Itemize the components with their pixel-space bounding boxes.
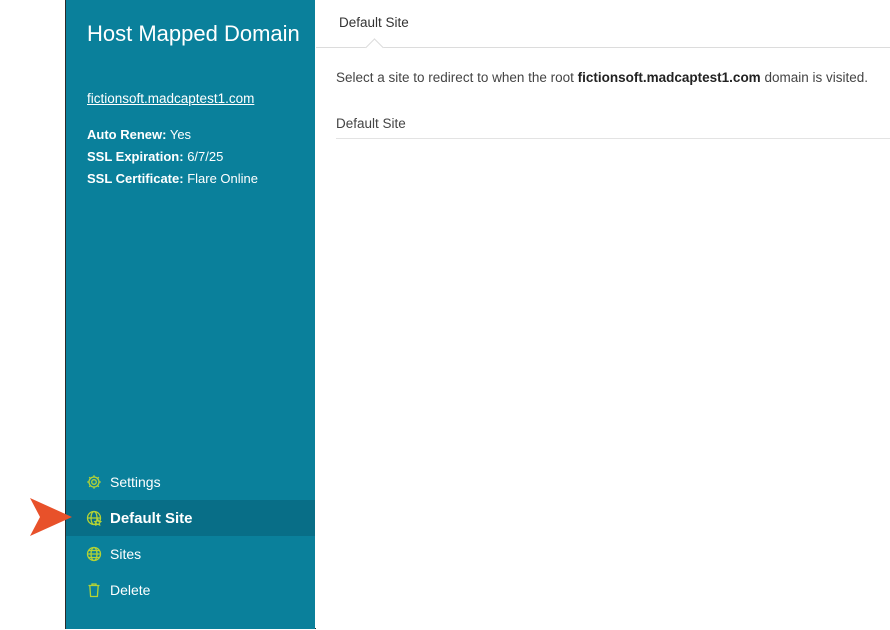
- nav-item-settings[interactable]: Settings: [66, 464, 315, 500]
- trash-icon: [86, 582, 102, 598]
- nav-item-delete[interactable]: Delete: [66, 572, 315, 608]
- domain-title: Host Mapped Domain: [87, 21, 300, 46]
- nav-item-sites[interactable]: Sites: [66, 536, 315, 572]
- domain-link[interactable]: fictionsoft.madcaptest1.com: [87, 91, 254, 106]
- callout-pointer-icon: [30, 498, 72, 536]
- main-panel: Default Site Select a site to redirect t…: [316, 0, 890, 629]
- gear-icon: [86, 474, 102, 490]
- globe-star-icon: [86, 510, 102, 526]
- tab-default-site[interactable]: Default Site: [339, 15, 409, 30]
- nav-label-settings: Settings: [110, 474, 161, 490]
- active-tab-indicator: [365, 38, 384, 57]
- nav-label-default-site: Default Site: [110, 509, 193, 527]
- sidebar-nav: Settings Default Site Sites Delete: [66, 464, 315, 608]
- tab-bar: Default Site: [316, 0, 890, 57]
- ssl-certificate-row: SSL Certificate: Flare Online: [87, 171, 259, 186]
- nav-label-delete: Delete: [110, 582, 151, 598]
- auto-renew-row: Auto Renew: Yes: [87, 127, 192, 142]
- default-site-field-label: Default Site: [336, 116, 890, 139]
- domain-details: Auto Renew: Yes SSL Expiration: 6/7/25 S…: [87, 124, 258, 190]
- globe-icon: [86, 546, 102, 562]
- root-domain: fictionsoft.madcaptest1.com: [577, 70, 761, 85]
- nav-label-sites: Sites: [110, 546, 142, 562]
- ssl-expiration-row: SSL Expiration: 6/7/25: [87, 149, 224, 164]
- redirect-description: Select a site to redirect to when the ro…: [336, 70, 869, 85]
- nav-item-default-site[interactable]: Default Site: [66, 500, 315, 536]
- sidebar: Host Mapped Domain fictionsoft.madcaptes…: [66, 0, 315, 629]
